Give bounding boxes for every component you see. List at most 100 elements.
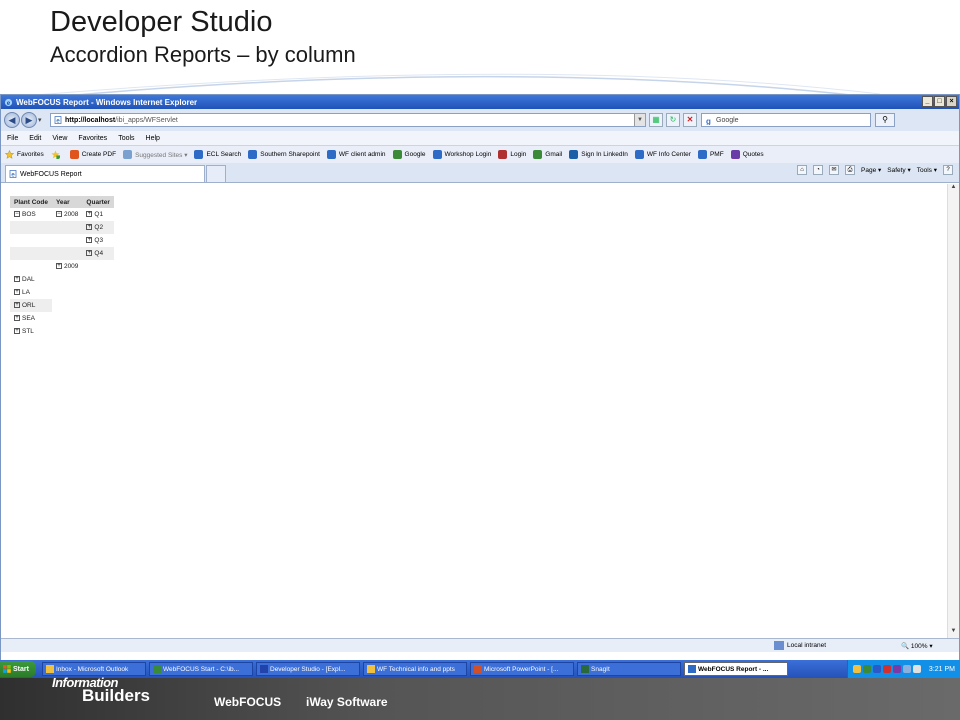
vertical-scrollbar[interactable]: ▲ ▼	[947, 184, 959, 638]
collapse-icon[interactable]: −	[55, 211, 62, 218]
back-button[interactable]: ◀	[4, 112, 20, 128]
search-button[interactable]: ⚲	[875, 113, 895, 127]
security-zone[interactable]: Local intranet	[774, 641, 826, 650]
year-cell	[51, 221, 83, 234]
tray-icon[interactable]	[892, 665, 901, 673]
minimize-button[interactable]: _	[922, 96, 933, 107]
plant-value: ORL	[22, 302, 36, 309]
task-snagit[interactable]: SnagIt	[577, 662, 681, 676]
print-icon[interactable]: ⎙	[845, 165, 855, 175]
task-wf-technical-info[interactable]: WF Technical info and ppts	[363, 662, 467, 676]
fav-workshop-login[interactable]: Workshop Login	[432, 150, 491, 159]
stop-icon[interactable]: ✕	[683, 113, 697, 127]
fav-suggested-sites[interactable]: Suggested Sites ▾	[123, 150, 187, 159]
plant-cell[interactable]: + STL	[10, 325, 52, 338]
menu-view[interactable]: View	[52, 135, 67, 142]
expand-icon[interactable]: +	[14, 276, 20, 283]
menu-favorites[interactable]: Favorites	[78, 135, 107, 142]
expand-icon[interactable]: +	[86, 211, 93, 218]
plant-cell[interactable]: + LA	[10, 286, 52, 299]
zoom-level[interactable]: 🔍 100% ▾	[901, 642, 933, 650]
home-icon[interactable]: ⌂	[797, 165, 807, 175]
start-button[interactable]: Start	[0, 661, 36, 677]
maximize-button[interactable]: □	[934, 96, 945, 107]
task-label: Microsoft PowerPoint - [...	[484, 665, 559, 673]
task-webfocus-start[interactable]: WebFOCUS Start - C:\ib...	[149, 662, 253, 676]
fav-google[interactable]: Google	[392, 150, 426, 159]
tab-webfocus-report[interactable]: e WebFOCUS Report	[5, 165, 205, 182]
year-cell[interactable]: +2009	[52, 260, 82, 273]
suggested-sites-icon	[123, 150, 133, 159]
expand-icon[interactable]: +	[14, 302, 20, 309]
plant-cell	[10, 221, 52, 234]
volume-icon[interactable]	[912, 665, 921, 673]
outlook-icon	[46, 665, 54, 673]
mail-icon[interactable]: ✉	[829, 165, 839, 175]
task-powerpoint[interactable]: Microsoft PowerPoint - [...	[470, 662, 574, 676]
tray-icon[interactable]	[852, 665, 861, 673]
fav-quotes[interactable]: Quotes	[730, 150, 764, 159]
safety-menu[interactable]: Safety ▾	[887, 166, 911, 174]
menu-tools[interactable]: Tools	[118, 135, 134, 142]
expand-icon[interactable]: +	[14, 315, 20, 322]
add-favorites-icon[interactable]	[51, 150, 63, 159]
tools-menu[interactable]: Tools ▾	[917, 166, 937, 174]
forward-button[interactable]: ▶	[21, 112, 37, 128]
fav-gmail[interactable]: Gmail	[533, 150, 562, 159]
quarter-cell[interactable]: + Q1	[82, 208, 113, 221]
compatibility-view-icon[interactable]: ▦	[649, 113, 663, 127]
task-outlook[interactable]: Inbox - Microsoft Outlook	[42, 662, 146, 676]
expand-icon[interactable]: +	[86, 250, 93, 257]
fav-ecl-search[interactable]: ECL Search	[194, 150, 241, 159]
task-developer-studio[interactable]: Developer Studio - [Expl...	[256, 662, 360, 676]
plant-cell[interactable]: − BOS	[10, 208, 52, 221]
plant-cell[interactable]: + ORL	[10, 299, 52, 312]
scroll-down-icon[interactable]: ▼	[948, 628, 959, 638]
bluetooth-icon[interactable]	[872, 665, 881, 673]
fav-southern-sharepoint[interactable]: Southern Sharepoint	[248, 150, 320, 159]
menu-file[interactable]: File	[7, 135, 18, 142]
url-dropdown-button[interactable]: ▼	[634, 114, 645, 126]
expand-icon[interactable]: +	[14, 289, 20, 296]
plant-cell[interactable]: + DAL	[10, 273, 52, 286]
year-cell[interactable]: −2008	[52, 208, 82, 221]
fav-pmf[interactable]: PMF	[697, 150, 724, 159]
fav-login[interactable]: Login	[498, 150, 526, 159]
fav-wf-info-center[interactable]: WF Info Center	[634, 150, 691, 159]
tray-icon[interactable]	[882, 665, 891, 673]
favorites-label: Favorites	[17, 151, 44, 158]
expand-icon[interactable]: +	[86, 237, 93, 244]
scroll-up-icon[interactable]: ▲	[948, 184, 959, 194]
refresh-icon[interactable]: ↻	[666, 113, 680, 127]
plant-cell[interactable]: + SEA	[10, 312, 52, 325]
network-icon[interactable]	[902, 665, 911, 673]
feeds-icon[interactable]: ◔	[813, 165, 823, 175]
window-titlebar[interactable]: e WebFOCUS Report - Windows Internet Exp…	[1, 95, 959, 109]
quarter-cell[interactable]: + Q4	[82, 247, 114, 260]
quarter-cell	[82, 286, 113, 299]
fav-wf-client-admin[interactable]: WF client admin	[326, 150, 386, 159]
collapse-icon[interactable]: −	[14, 211, 20, 218]
fav-create-pdf[interactable]: Create PDF	[69, 150, 116, 159]
help-icon[interactable]: ?	[943, 165, 953, 175]
url-input[interactable]: e http://localhost/ibi_apps/WFServlet ▼	[50, 113, 646, 127]
quarter-cell[interactable]: + Q2	[82, 221, 114, 234]
menu-help[interactable]: Help	[146, 135, 160, 142]
intranet-icon	[774, 641, 784, 650]
ie-page-icon	[697, 150, 707, 159]
expand-icon[interactable]: +	[86, 224, 93, 231]
history-dropdown[interactable]: ▾	[38, 116, 46, 124]
clock[interactable]: 3:21 PM	[929, 666, 955, 673]
new-tab-button[interactable]	[206, 165, 226, 182]
expand-icon[interactable]: +	[55, 263, 62, 270]
quarter-cell[interactable]: + Q3	[82, 234, 113, 247]
menu-edit[interactable]: Edit	[29, 135, 41, 142]
fav-linkedin[interactable]: Sign In LinkedIn	[569, 150, 628, 159]
favorites-button[interactable]: Favorites	[5, 150, 44, 159]
close-button[interactable]: ×	[946, 96, 957, 107]
task-webfocus-report[interactable]: WebFOCUS Report - ...	[684, 662, 788, 676]
search-input[interactable]: g Google	[701, 113, 871, 127]
page-menu[interactable]: Page ▾	[861, 166, 881, 174]
tray-icon[interactable]	[862, 665, 871, 673]
expand-icon[interactable]: +	[14, 328, 20, 335]
